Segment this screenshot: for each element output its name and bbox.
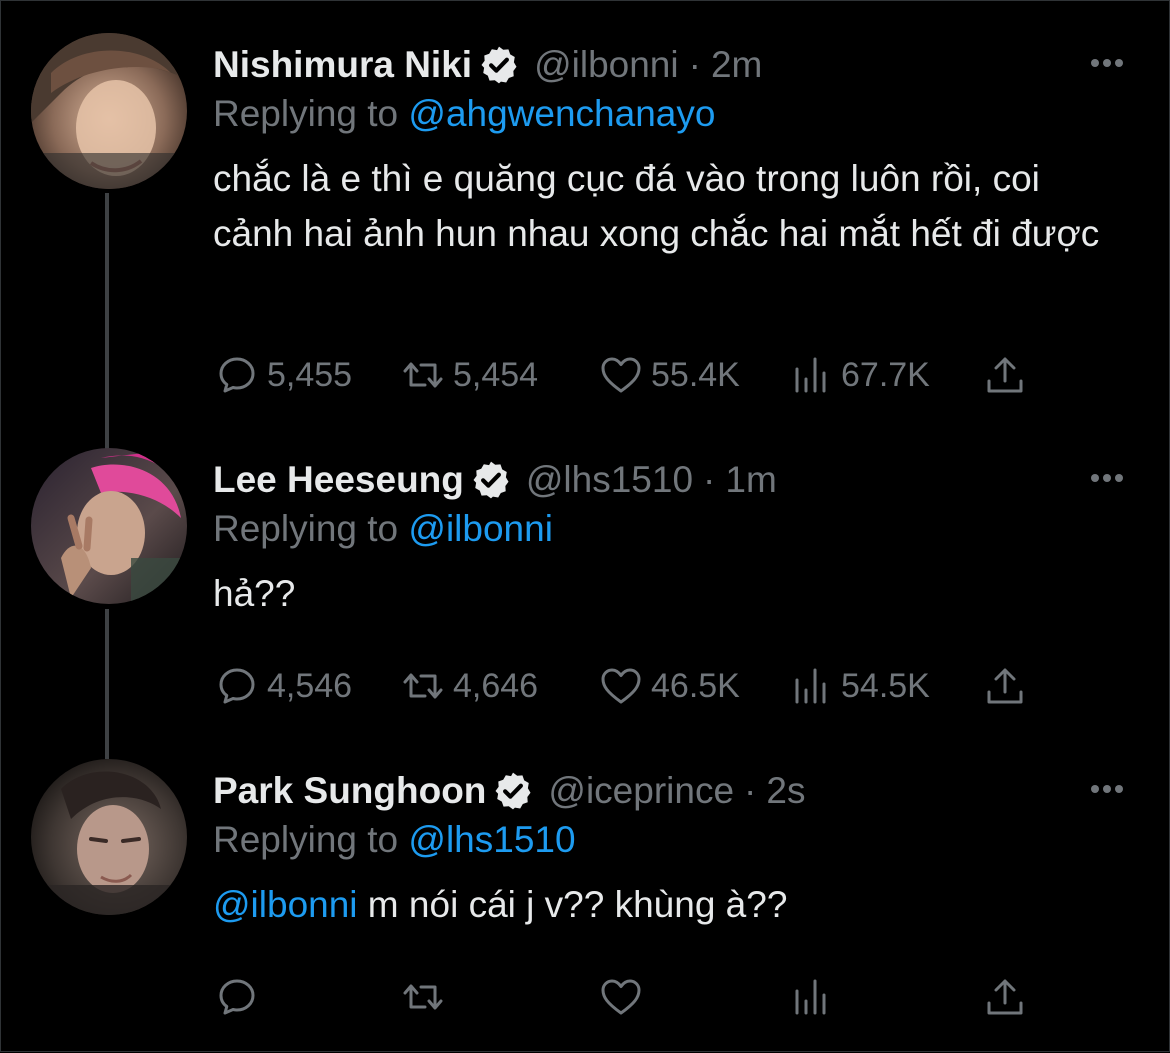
tweet-text: @ilbonni m nói cái j v?? khùng à?? [213, 877, 1113, 932]
action-bar [213, 973, 1043, 1021]
verified-badge-icon [481, 46, 517, 84]
retweet-icon [403, 984, 443, 1010]
tweet-text: chắc là e thì e quăng cục đá vào trong l… [213, 151, 1113, 261]
timestamp[interactable]: 1m [725, 459, 776, 501]
separator-dot: · [703, 459, 716, 500]
tweet-thread: Nishimura Niki @ilbonni · 2m Replying to… [0, 0, 1170, 1052]
heart-icon [601, 979, 641, 1015]
display-name[interactable]: Park Sunghoon [213, 770, 486, 812]
retweet-icon [403, 673, 443, 699]
tweet[interactable]: Park Sunghoon @iceprince · 2s Replying t… [1, 727, 1170, 1053]
share-button[interactable] [981, 662, 1029, 710]
retweet-button[interactable]: 4,646 [399, 662, 538, 710]
share-upload-icon [987, 668, 1023, 704]
tweet-header: Park Sunghoon @iceprince · 2s [213, 767, 805, 815]
user-handle[interactable]: @iceprince [548, 770, 734, 812]
reply-count: 4,546 [267, 666, 353, 705]
like-button[interactable]: 55.4K [597, 351, 740, 399]
tweet-text: hả?? [213, 566, 1113, 621]
heart-icon [601, 668, 641, 704]
action-bar: 5,455 5,454 55.4K 67.7K [213, 351, 1043, 399]
retweet-icon [403, 362, 443, 388]
tweet[interactable]: Nishimura Niki @ilbonni · 2m Replying to… [1, 1, 1170, 441]
replying-to-line: Replying to @ahgwenchanayo [213, 93, 715, 135]
reply-button[interactable]: 4,546 [213, 662, 352, 710]
timestamp[interactable]: 2m [711, 44, 762, 86]
share-button[interactable] [981, 351, 1029, 399]
reply-bubble-icon [219, 357, 255, 393]
replying-to-line: Replying to @lhs1510 [213, 819, 576, 861]
views-bar-chart-icon [795, 357, 826, 393]
replying-to-label: Replying to [213, 508, 409, 549]
reply-count: 5,455 [267, 355, 353, 394]
reply-button[interactable]: 5,455 [213, 351, 352, 399]
tweet-body: chắc là e thì e quăng cục đá vào trong l… [213, 158, 1100, 254]
views-bar-chart-icon [795, 668, 826, 704]
verified-badge-icon [473, 461, 509, 499]
verified-badge-icon [495, 772, 531, 810]
more-dots-icon[interactable] [1087, 466, 1127, 490]
like-count: 46.5K [651, 666, 740, 705]
replying-to-mention[interactable]: @lhs1510 [408, 819, 575, 860]
like-count: 55.4K [651, 355, 740, 394]
action-bar: 4,546 4,646 46.5K 54.5K [213, 662, 1043, 710]
share-upload-icon [987, 979, 1023, 1015]
retweet-button[interactable] [399, 973, 453, 1021]
views-count: 67.7K [841, 355, 930, 394]
timestamp[interactable]: 2s [766, 770, 805, 812]
tweet-body: m nói cái j v?? khùng à?? [357, 884, 788, 925]
replying-to-line: Replying to @ilbonni [213, 508, 553, 550]
display-name[interactable]: Lee Heeseung [213, 459, 464, 501]
replying-to-label: Replying to [213, 819, 409, 860]
heart-icon [601, 357, 641, 393]
replying-to-label: Replying to [213, 93, 409, 134]
display-name[interactable]: Nishimura Niki [213, 44, 472, 86]
retweet-button[interactable]: 5,454 [399, 351, 538, 399]
views-bar-chart-icon [795, 979, 826, 1015]
share-upload-icon [987, 357, 1023, 393]
share-button[interactable] [981, 973, 1029, 1021]
retweet-count: 4,646 [453, 666, 539, 705]
views-button[interactable]: 54.5K [787, 662, 930, 710]
tweet-header: Lee Heeseung @lhs1510 · 1m [213, 456, 777, 504]
separator-dot: · [688, 44, 701, 85]
like-button[interactable]: 46.5K [597, 662, 740, 710]
views-button[interactable]: 67.7K [787, 351, 930, 399]
user-handle[interactable]: @ilbonni [534, 44, 679, 86]
more-dots-icon[interactable] [1087, 51, 1127, 75]
tweet-body: hả?? [213, 573, 296, 614]
replying-to-mention[interactable]: @ilbonni [408, 508, 553, 549]
reply-button[interactable] [213, 973, 267, 1021]
user-handle[interactable]: @lhs1510 [526, 459, 693, 501]
like-button[interactable] [597, 973, 651, 1021]
reply-bubble-icon [219, 668, 255, 704]
views-count: 54.5K [841, 666, 930, 705]
avatar[interactable] [31, 759, 187, 915]
reply-bubble-icon [219, 979, 255, 1015]
retweet-count: 5,454 [453, 355, 539, 394]
body-mention[interactable]: @ilbonni [213, 884, 358, 925]
avatar[interactable] [31, 33, 187, 189]
replying-to-mention[interactable]: @ahgwenchanayo [408, 93, 715, 134]
more-dots-icon[interactable] [1087, 777, 1127, 801]
views-button[interactable] [787, 973, 841, 1021]
avatar[interactable] [31, 448, 187, 604]
tweet-header: Nishimura Niki @ilbonni · 2m [213, 41, 762, 89]
separator-dot: · [744, 770, 757, 811]
tweet[interactable]: Lee Heeseung @lhs1510 · 1m Replying to @… [1, 416, 1170, 736]
